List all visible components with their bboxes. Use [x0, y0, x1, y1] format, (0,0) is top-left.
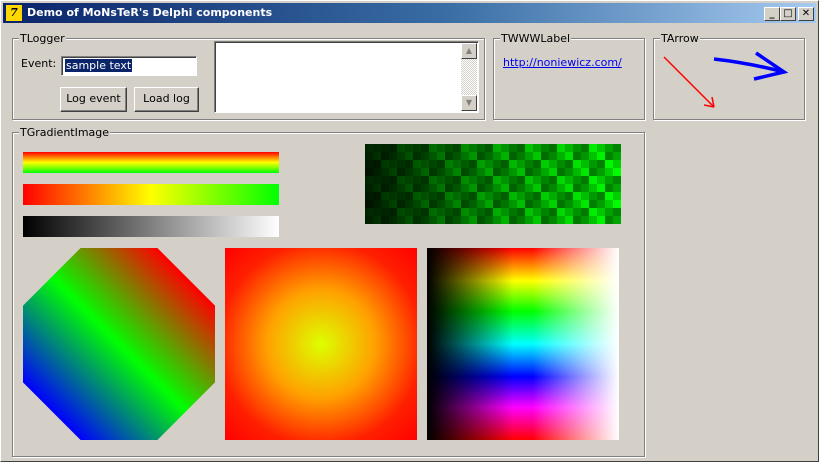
event-input-value: sample text	[65, 59, 133, 72]
maximize-button[interactable]: □	[780, 7, 796, 21]
octagon-gradient	[23, 248, 215, 440]
log-event-button[interactable]: Log event	[60, 87, 127, 112]
scroll-up-icon[interactable]: ▲	[461, 43, 477, 59]
main-window: 7 Demo of MoNsTeR's Delphi components _ …	[0, 0, 819, 462]
tlogger-group: TLogger Event: sample text Log event Loa…	[12, 32, 485, 120]
event-input[interactable]: sample text	[61, 56, 197, 76]
vertical-gradient-bar	[23, 152, 279, 173]
close-button[interactable]: ✕	[798, 7, 814, 21]
tlogger-caption: TLogger	[19, 32, 66, 45]
delphi-app-icon[interactable]: 7	[6, 5, 22, 21]
minimize-button[interactable]: _	[764, 7, 780, 21]
blue-arrow-icon	[713, 51, 789, 81]
green-pattern-gradient	[365, 144, 621, 224]
twwwlabel-group: TWWWLabel http://noniewicz.com/	[493, 32, 645, 120]
horizontal-gradient-bar	[23, 184, 279, 205]
website-link[interactable]: http://noniewicz.com/	[503, 56, 622, 69]
scroll-down-icon[interactable]: ▼	[461, 95, 477, 111]
radial-gradient	[225, 248, 417, 440]
spectrum-gradient	[427, 248, 619, 440]
red-arrow-icon	[663, 56, 715, 108]
arrows-canvas	[663, 51, 789, 108]
log-memo-scrollbar[interactable]: ▲ ▼	[461, 43, 477, 111]
title-bar[interactable]: 7 Demo of MoNsTeR's Delphi components _ …	[3, 3, 816, 23]
tgradientimage-caption: TGradientImage	[19, 126, 111, 139]
grayscale-gradient-bar	[23, 216, 279, 237]
log-memo[interactable]: ▲ ▼	[214, 41, 479, 113]
tarrow-group: TArrow	[653, 32, 805, 120]
load-log-button[interactable]: Load log	[134, 87, 199, 112]
twwwlabel-caption: TWWWLabel	[500, 32, 572, 45]
event-label: Event:	[21, 57, 57, 70]
tgradientimage-group: TGradientImage	[12, 126, 645, 457]
window-title: Demo of MoNsTeR's Delphi components	[27, 6, 273, 19]
